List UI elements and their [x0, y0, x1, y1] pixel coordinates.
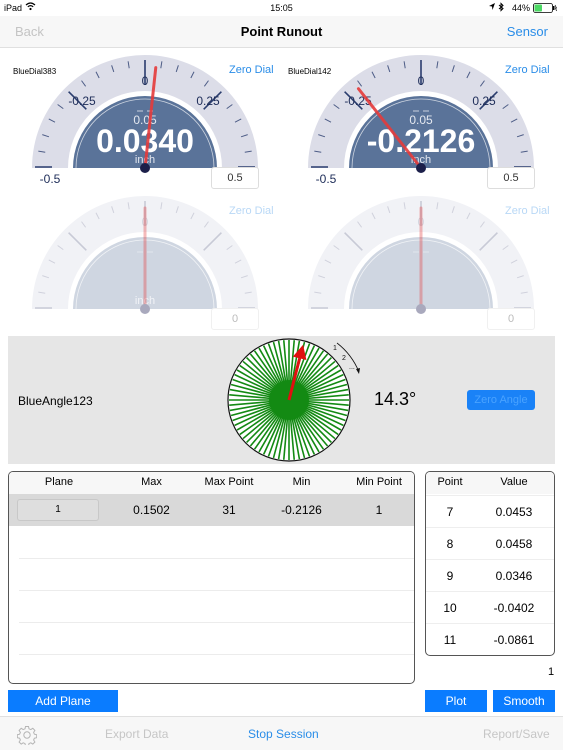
column-header: Max [141, 476, 162, 488]
point-number: 10 [443, 601, 457, 615]
max-value: 0.1502 [133, 503, 170, 517]
plane-number-field[interactable]: 1 [17, 499, 99, 521]
plot-button[interactable]: Plot [425, 690, 487, 712]
dial-range-field[interactable]: 0 [211, 308, 259, 330]
point-table-header: Point Value [426, 472, 554, 494]
point-number: 11 [443, 633, 457, 647]
point-number: 9 [446, 569, 454, 583]
smooth-button[interactable]: Smooth [493, 690, 555, 712]
table-row[interactable]: 8 0.0458 [426, 527, 554, 559]
table-row[interactable]: 10 -0.0402 [426, 591, 554, 623]
table-row[interactable]: 9 0.0346 [426, 559, 554, 591]
needle-hub [140, 163, 150, 173]
status-bar: iPad 15:05 44% [0, 0, 563, 16]
dial-range-field[interactable]: 0.5 [487, 167, 535, 189]
table-row[interactable]: 7 0.0453 [426, 495, 554, 527]
min-value: -0.2126 [281, 503, 322, 517]
needle-hub [140, 304, 150, 314]
row-divider [19, 622, 414, 623]
column-header: Point [437, 476, 463, 488]
column-header: Min Point [356, 476, 402, 488]
point-value-table: Point Value 7 0.0453 8 0.0458 9 0.0346 1… [425, 471, 555, 656]
report-save-button[interactable]: Report/Save [483, 727, 550, 741]
dial-range-field[interactable]: 0 [487, 308, 535, 330]
tick-label: 0.25 [196, 94, 220, 108]
battery-icon [533, 3, 558, 15]
angle-sensor-name: BlueAngle123 [18, 394, 93, 408]
tick-label: 0 [142, 74, 149, 88]
stop-session-button[interactable]: Stop Session [248, 727, 319, 741]
angle-value: 14.3° [374, 389, 417, 409]
needle-hub [416, 163, 426, 173]
table-row[interactable]: 11 -0.0861 [426, 623, 554, 655]
angle-sensor-panel: BlueAngle123 1 2... 14.3° Zero Angle [8, 336, 555, 464]
row-divider [19, 558, 414, 559]
plane-table: Plane Max Max Point Min Min Point 1 0.15… [8, 471, 415, 684]
needle-hub [416, 304, 426, 314]
sensor-button[interactable]: Sensor [507, 24, 548, 39]
tick-label: -0.5 [40, 172, 61, 186]
gear-icon[interactable] [16, 725, 38, 750]
direction-label: ... [349, 364, 355, 371]
zero-angle-button[interactable]: Zero Angle [467, 390, 535, 410]
plane-table-header: Plane Max Max Point Min Min Point [9, 472, 414, 494]
point-value: -0.0402 [493, 601, 535, 615]
column-header: Value [500, 476, 528, 488]
point-number: 7 [446, 505, 454, 519]
navigation-bar: Back Point Runout Sensor [0, 16, 563, 48]
row-divider [19, 654, 414, 655]
max-point: 31 [222, 503, 236, 517]
tick-label: -0.25 [68, 94, 96, 108]
point-value: 0.0458 [495, 537, 533, 551]
column-header: Min [292, 476, 311, 488]
direction-label: 1 [333, 345, 337, 352]
angle-wheel: 12... [227, 338, 360, 462]
clock: 15:05 [270, 3, 293, 13]
table-row[interactable]: 1 0.1502 31 -0.2126 1 [9, 494, 414, 526]
add-plane-button[interactable]: Add Plane [8, 690, 118, 712]
row-divider [19, 590, 414, 591]
tick-label: -0.5 [316, 172, 337, 186]
column-header: Plane [44, 476, 74, 488]
location-arrow-icon [488, 2, 496, 13]
page-number: 1 [548, 666, 555, 678]
point-number: 8 [446, 537, 454, 551]
point-value: -0.0861 [493, 633, 535, 647]
tick-label: 0.25 [472, 94, 496, 108]
point-value: 0.0346 [495, 569, 533, 583]
battery-percent: 44% [512, 3, 531, 13]
direction-arrowhead [356, 368, 360, 374]
min-point: 1 [375, 503, 383, 517]
dial-range-field[interactable]: 0.5 [211, 167, 259, 189]
bottom-toolbar: Export Data Stop Session Report/Save [0, 716, 563, 750]
direction-label: 2 [342, 355, 346, 362]
bluetooth-icon [498, 2, 504, 14]
point-value: 0.0453 [495, 505, 533, 519]
page-title: Point Runout [240, 24, 323, 39]
export-data-button[interactable]: Export Data [105, 727, 168, 741]
tick-label: 0 [418, 74, 425, 88]
column-header: Max Point [204, 476, 254, 488]
